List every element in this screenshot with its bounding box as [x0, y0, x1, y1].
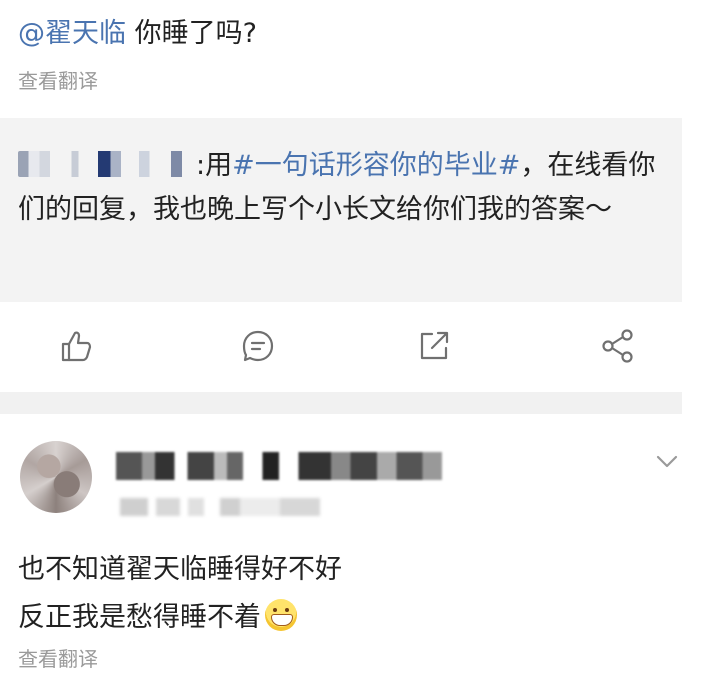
chevron-down-icon[interactable] [654, 450, 680, 472]
blurred-comment-meta [120, 498, 320, 516]
like-button[interactable] [56, 326, 96, 366]
avatar[interactable] [20, 441, 92, 513]
post-text: @翟天临 你睡了吗? [18, 14, 257, 54]
user-mention-link[interactable]: @翟天临 [18, 18, 126, 49]
view-translation-link-comment[interactable]: 查看翻译 [18, 644, 98, 674]
blurred-commenter-name[interactable] [116, 452, 442, 480]
hashtag-link[interactable]: #一句话形容你的毕业# [232, 150, 520, 181]
repost-button[interactable] [414, 326, 454, 366]
section-divider [0, 392, 682, 414]
blurred-username [18, 151, 196, 177]
quoted-post-text: :用#一句话形容你的毕业#，在线看你们的回复，我也晚上写个小长文给你们我的答案～ [18, 144, 678, 232]
comment-line-1: 也不知道翟天临睡得好不好 [18, 554, 342, 585]
grinning-face-emoji [265, 599, 297, 631]
comment-button[interactable] [238, 326, 278, 366]
comment-bubble-icon [242, 330, 274, 362]
view-translation-link[interactable]: 查看翻译 [18, 66, 98, 96]
thumbs-up-icon [61, 331, 92, 362]
repost-icon [420, 331, 449, 360]
comment-line-2: 反正我是愁得睡不着 [18, 594, 342, 642]
share-icon [602, 329, 633, 363]
share-button[interactable] [598, 326, 638, 366]
comment-text: 也不知道翟天临睡得好不好 反正我是愁得睡不着 [18, 546, 342, 642]
quote-prefix: :用 [196, 150, 233, 181]
post-body: 你睡了吗? [126, 18, 257, 49]
